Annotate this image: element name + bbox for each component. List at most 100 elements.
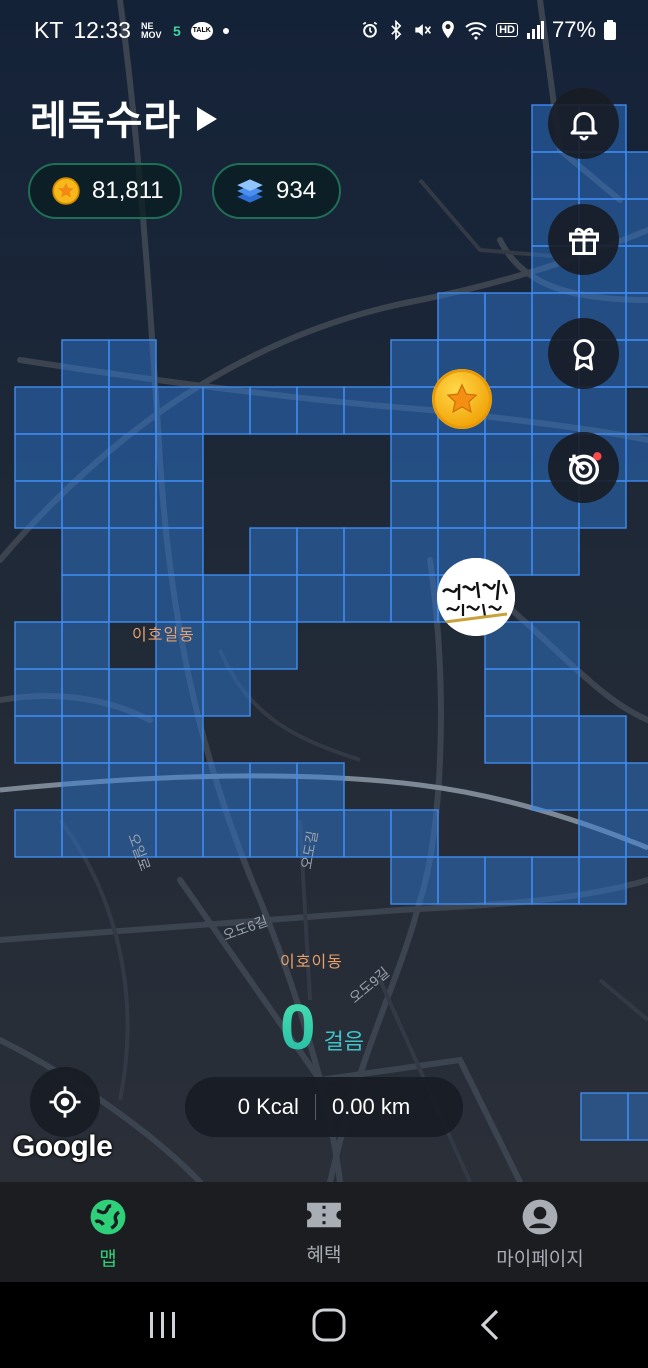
coin-count: 81,811: [92, 177, 164, 204]
explored-tile: [390, 386, 439, 435]
explored-tile: [484, 292, 533, 341]
explored-tile: [531, 386, 580, 435]
explored-tile: [202, 668, 251, 717]
crosshair-icon: [49, 1086, 81, 1118]
explored-tile: [296, 386, 345, 435]
explored-tile: [627, 1092, 648, 1141]
nav-label-benefits: 혜택: [306, 1245, 342, 1266]
handwriting-image-icon: [437, 558, 515, 636]
explored-tile: [61, 715, 110, 764]
explored-tile: [390, 856, 439, 905]
badges-button[interactable]: [548, 318, 619, 389]
steps-unit: 걸음: [323, 1029, 365, 1054]
more-notifications-dot: [222, 27, 229, 34]
explored-tile: [108, 386, 157, 435]
explored-tile: [578, 762, 627, 811]
explored-tile: [484, 715, 533, 764]
coin-balance[interactable]: 81,811: [28, 163, 182, 219]
explored-tile: [202, 621, 251, 670]
explored-tile: [390, 809, 439, 858]
nav-label-mypage: 마이페이지: [496, 1249, 584, 1270]
stats-divider: [314, 1094, 316, 1120]
explored-tile: [578, 715, 627, 764]
explored-tile: [108, 574, 157, 623]
explored-tile: [14, 809, 63, 858]
explored-tile: [249, 527, 298, 576]
explored-tile: [155, 433, 204, 482]
mute-icon: [415, 24, 432, 36]
home-icon[interactable]: [311, 1307, 347, 1343]
explored-tile: [108, 433, 157, 482]
notifications-button[interactable]: [548, 88, 619, 159]
activity-stats: 0 Kcal 0.00 km: [185, 1077, 463, 1137]
tile-count[interactable]: 934: [212, 163, 341, 219]
explored-tile: [390, 480, 439, 529]
explored-tile: [625, 809, 648, 858]
explored-tile: [249, 386, 298, 435]
bottom-navigation: 맵 혜택 마이페이지: [0, 1182, 648, 1282]
explored-tile: [625, 433, 648, 482]
explored-tile: [108, 715, 157, 764]
explored-tile: [155, 386, 204, 435]
explored-tile: [484, 668, 533, 717]
battery-percent: 77%: [551, 17, 596, 42]
explored-tile: [531, 621, 580, 670]
explored-tile: [155, 480, 204, 529]
explored-tile: [578, 151, 627, 200]
nav-tab-mypage[interactable]: 마이페이지: [432, 1182, 648, 1282]
explored-tile: [61, 668, 110, 717]
award-ribbon-icon: [573, 338, 594, 370]
mission-target-button[interactable]: [548, 432, 619, 503]
user-photo-marker[interactable]: [437, 558, 515, 636]
explored-tile: [61, 433, 110, 482]
explored-tile: [296, 762, 345, 811]
explored-tile: [437, 856, 486, 905]
explored-tile: [390, 339, 439, 388]
google-logo: Google: [12, 1130, 113, 1163]
explored-tile: [625, 245, 648, 294]
explored-tile: [108, 480, 157, 529]
explored-tile: [108, 339, 157, 388]
explored-tile: [249, 621, 298, 670]
explored-tile: [61, 762, 110, 811]
explored-tile: [61, 621, 110, 670]
recent-apps-icon[interactable]: [146, 1310, 180, 1340]
back-icon[interactable]: [478, 1308, 502, 1342]
explored-tile: [625, 151, 648, 200]
explored-tile: [108, 668, 157, 717]
explored-tile: [14, 433, 63, 482]
my-location-button[interactable]: [30, 1067, 100, 1137]
explored-tile: [531, 856, 580, 905]
explored-tile: [14, 668, 63, 717]
explored-tile: [343, 574, 392, 623]
explored-tile: [531, 715, 580, 764]
explored-tile: [437, 433, 486, 482]
explored-tile: [390, 527, 439, 576]
explored-tile: [249, 762, 298, 811]
explored-tile: [578, 856, 627, 905]
layers-icon: [237, 179, 263, 203]
star-icon: [446, 383, 478, 413]
nav-tab-map[interactable]: 맵: [0, 1182, 216, 1282]
explored-tile: [155, 762, 204, 811]
explored-tile: [249, 574, 298, 623]
gift-button[interactable]: [548, 204, 619, 275]
kakaotalk-icon: TALK: [190, 21, 213, 40]
explored-tile: [437, 292, 486, 341]
nav-label-map: 맵: [99, 1249, 117, 1270]
explored-tile: [61, 386, 110, 435]
kcal-value: 0 Kcal: [237, 1094, 299, 1119]
explored-tile: [625, 292, 648, 341]
explored-tile: [108, 762, 157, 811]
nav-tab-benefits[interactable]: 혜택: [216, 1182, 432, 1282]
explored-tile: [202, 386, 251, 435]
bell-icon: [570, 111, 597, 140]
wifi-icon: [465, 22, 487, 40]
explored-tile: [14, 386, 63, 435]
profile-title-button[interactable]: 레독수라: [30, 88, 218, 146]
coin-icon: [52, 177, 80, 205]
bluetooth-icon: [391, 20, 402, 40]
coin-marker[interactable]: [432, 369, 492, 429]
explored-tile: [155, 809, 204, 858]
explored-tile: [202, 574, 251, 623]
